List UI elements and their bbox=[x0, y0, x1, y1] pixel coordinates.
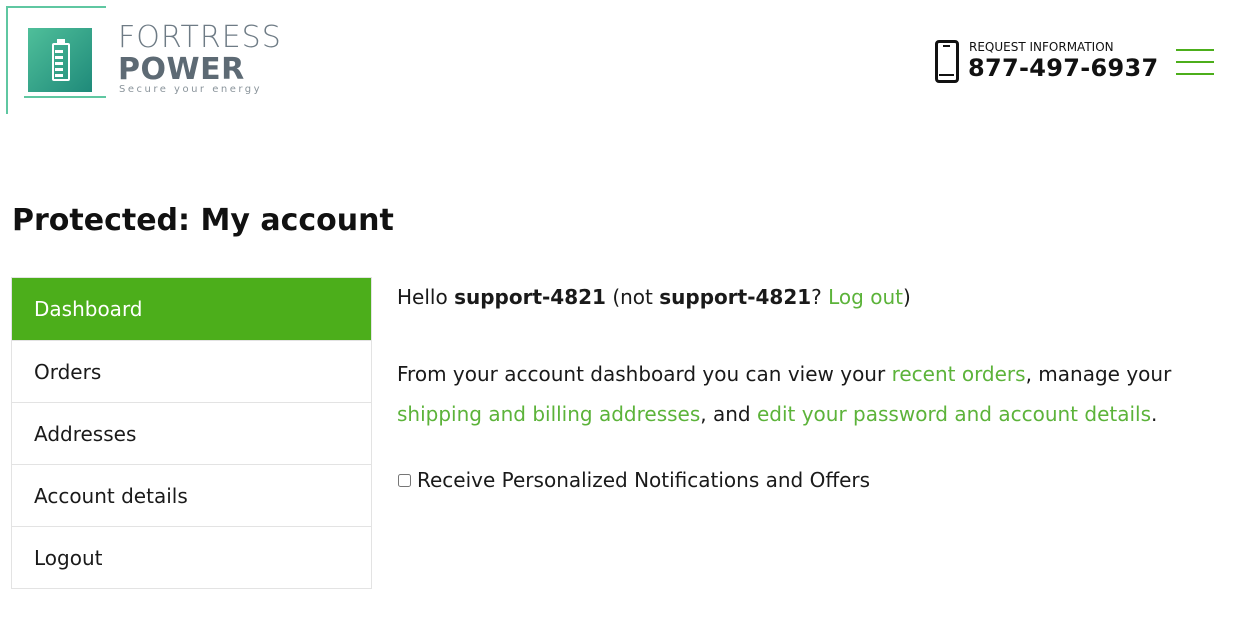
dashboard-content: Hello support-4821 (not support-4821? Lo… bbox=[397, 282, 1217, 494]
username-repeat: support-4821 bbox=[659, 285, 812, 309]
logo-name-line1: FORTRESS bbox=[118, 20, 282, 55]
greeting-question: ? bbox=[811, 285, 829, 309]
page-title: Protected: My account bbox=[12, 203, 394, 238]
battery-icon bbox=[52, 39, 70, 81]
contact-phone-number[interactable]: 877-497-6937 bbox=[968, 54, 1159, 82]
notifications-optin[interactable]: Receive Personalized Notifications and O… bbox=[397, 466, 1217, 494]
nav-item-dashboard[interactable]: Dashboard bbox=[12, 278, 371, 340]
brand-logo[interactable]: FORTRESS POWER Secure your energy bbox=[6, 6, 281, 116]
request-information-contact[interactable]: REQUEST INFORMATION 877-497-6937 bbox=[935, 40, 1158, 85]
intro-text-1: From your account dashboard you can view… bbox=[397, 362, 892, 386]
hamburger-menu-icon[interactable] bbox=[1176, 46, 1214, 78]
recent-orders-link[interactable]: recent orders bbox=[892, 362, 1026, 386]
logout-link[interactable]: Log out bbox=[828, 285, 903, 309]
notifications-optin-checkbox[interactable] bbox=[398, 473, 411, 487]
account-details-link[interactable]: edit your password and account details bbox=[757, 402, 1151, 426]
intro-text-2: , manage your bbox=[1025, 362, 1172, 386]
logo-tagline: Secure your energy bbox=[119, 84, 263, 95]
account-navigation: Dashboard Orders Addresses Account detai… bbox=[11, 277, 372, 589]
intro-text-3: , and bbox=[700, 402, 757, 426]
username: support-4821 bbox=[454, 285, 606, 309]
nav-item-addresses[interactable]: Addresses bbox=[12, 402, 371, 464]
logo-name-line2: POWER bbox=[118, 52, 245, 87]
greeting-not: (not bbox=[605, 285, 660, 309]
nav-item-account-details[interactable]: Account details bbox=[12, 464, 371, 526]
mobile-phone-icon bbox=[935, 40, 959, 83]
greeting-text: Hello support-4821 (not support-4821? Lo… bbox=[397, 282, 1217, 312]
greeting-hello: Hello bbox=[397, 285, 455, 309]
intro-text-4: . bbox=[1151, 402, 1158, 426]
nav-item-logout[interactable]: Logout bbox=[12, 526, 371, 588]
greeting-close: ) bbox=[902, 285, 911, 309]
dashboard-intro: From your account dashboard you can view… bbox=[397, 354, 1217, 434]
notifications-optin-label: Receive Personalized Notifications and O… bbox=[417, 468, 871, 492]
logo-frame-line bbox=[24, 96, 106, 98]
contact-label: REQUEST INFORMATION bbox=[969, 40, 1114, 54]
addresses-link[interactable]: shipping and billing addresses bbox=[397, 402, 700, 426]
nav-item-orders[interactable]: Orders bbox=[12, 340, 371, 402]
